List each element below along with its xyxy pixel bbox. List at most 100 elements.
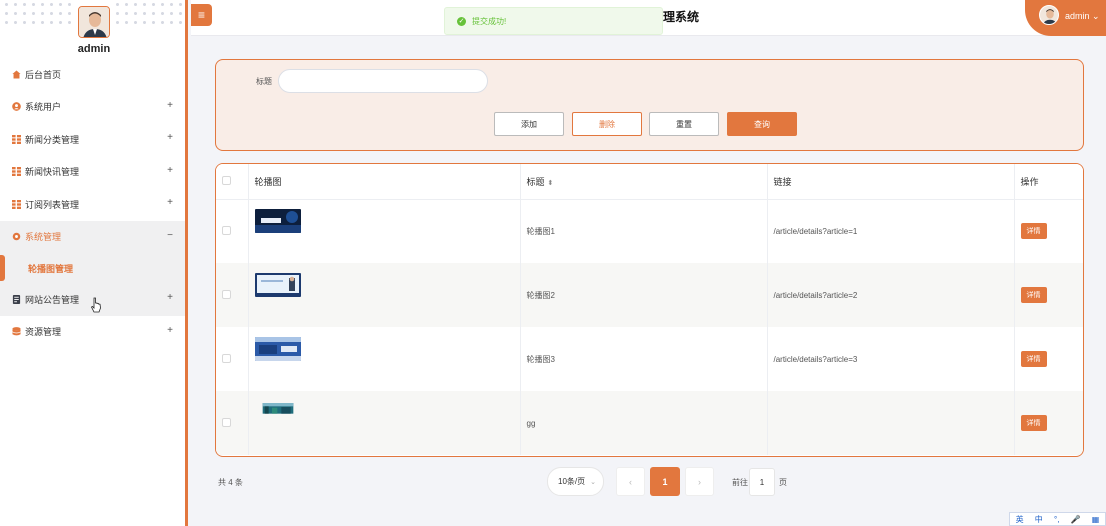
row-action-cell: 详情 <box>1014 391 1083 455</box>
row-select-cell <box>216 391 249 455</box>
decorative-dots <box>113 0 183 26</box>
sidebar-item-label: 后台首页 <box>25 69 62 80</box>
check-circle-icon: ✓ <box>457 16 466 26</box>
row-link-cell: /article/details?article=1 <box>767 199 1015 263</box>
sidebar-item-label: 系统用户 <box>25 102 62 113</box>
sidebar-item-system-management[interactable]: 系统管理 − <box>0 220 185 253</box>
row-title-cell: gg <box>520 391 768 455</box>
carousel-thumbnail-image <box>254 273 301 297</box>
sidebar-item-label: 网站公告管理 <box>25 294 80 305</box>
grid-icon <box>12 134 21 144</box>
row-checkbox[interactable] <box>222 289 231 299</box>
avatar <box>1039 5 1059 25</box>
ime-punctuation-icon[interactable]: °, <box>1054 515 1059 524</box>
goto-page-input[interactable]: 1 <box>749 468 775 496</box>
row-checkbox[interactable] <box>222 225 231 235</box>
microphone-icon[interactable]: 🎤 <box>1071 515 1081 524</box>
row-action-cell: 详情 <box>1014 327 1083 391</box>
expand-icon[interactable]: + <box>167 325 173 336</box>
row-select-cell <box>216 263 249 327</box>
sidebar-username: admin <box>77 43 111 55</box>
table-row: 轮播图1 /article/details?article=1 详情 <box>216 199 1083 263</box>
user-menu[interactable]: admin ⌄ <box>1025 0 1106 36</box>
sidebar-subitem-label: 轮播图管理 <box>28 263 74 274</box>
carousel-thumbnail-image <box>254 209 301 234</box>
reset-button[interactable]: 重置 <box>649 112 719 136</box>
next-page-button[interactable]: › <box>685 467 714 496</box>
row-checkbox[interactable] <box>222 417 231 427</box>
grid-icon <box>12 199 21 209</box>
details-button[interactable]: 详情 <box>1020 223 1047 240</box>
carousel-thumbnail-image <box>262 403 293 414</box>
decorative-dots <box>2 0 72 26</box>
page-size-value: 10条/页 <box>558 477 586 486</box>
sidebar-item-news-category[interactable]: 新闻分类管理 + <box>0 123 185 156</box>
total-count: 共 4 条 <box>218 478 243 487</box>
row-link-cell: /article/details?article=2 <box>767 263 1015 327</box>
query-button[interactable]: 查询 <box>727 112 797 136</box>
sidebar-item-system-users[interactable]: 系统用户 + <box>0 91 185 124</box>
sidebar-item-label: 系统管理 <box>25 232 62 243</box>
page-title: 理系统 <box>663 10 700 24</box>
column-header-title[interactable]: 标题 ⬍ <box>520 164 768 200</box>
prev-page-button[interactable]: ‹ <box>616 467 645 496</box>
sidebar: admin 后台首页 系统用户 + 新闻分类管理 + 新闻快讯管理 + 订阅列表… <box>0 0 188 526</box>
success-toast: ✓ 提交成功! <box>444 7 663 35</box>
carousel-thumbnail-image <box>254 337 301 361</box>
row-title-cell: 轮播图2 <box>520 263 768 327</box>
select-all-cell <box>216 164 249 200</box>
expand-icon[interactable]: + <box>167 100 173 111</box>
ime-english-icon[interactable]: 英 <box>1016 514 1024 525</box>
menu-toggle-button[interactable]: ≡ <box>191 4 212 26</box>
home-icon <box>12 70 21 79</box>
expand-icon[interactable]: + <box>167 197 173 208</box>
expand-icon[interactable]: + <box>167 292 173 303</box>
details-button[interactable]: 详情 <box>1020 351 1047 367</box>
expand-icon[interactable]: + <box>167 165 173 176</box>
row-checkbox[interactable] <box>222 353 231 363</box>
row-action-cell: 详情 <box>1014 263 1083 327</box>
delete-button[interactable]: 删除 <box>572 112 642 136</box>
column-header-image: 轮播图 <box>248 164 521 200</box>
document-icon <box>12 294 21 304</box>
sidebar-subitem-carousel[interactable]: 轮播图管理 <box>0 253 185 283</box>
user-icon <box>12 102 21 112</box>
sidebar-item-subscriptions[interactable]: 订阅列表管理 + <box>0 188 185 221</box>
grid-menu-icon[interactable]: ▦ <box>1092 515 1100 524</box>
page-size-select[interactable]: 10条/页 ⌄ <box>547 467 604 496</box>
details-button[interactable]: 详情 <box>1020 415 1047 431</box>
row-title-cell: 轮播图1 <box>520 199 768 263</box>
page-number-current[interactable]: 1 <box>650 467 680 496</box>
toast-message: 提交成功! <box>472 16 507 26</box>
table-row: gg 详情 <box>216 391 1083 455</box>
sidebar-item-home[interactable]: 后台首页 <box>0 58 185 91</box>
row-select-cell <box>216 327 249 391</box>
chevron-down-icon: ⌄ <box>1089 11 1100 21</box>
sidebar-item-news-flash[interactable]: 新闻快讯管理 + <box>0 156 185 189</box>
row-image-cell <box>248 391 521 455</box>
collapse-icon[interactable]: − <box>167 230 173 241</box>
avatar[interactable] <box>78 6 110 38</box>
grid-icon <box>12 167 21 177</box>
table-row: 轮播图2 /article/details?article=2 详情 <box>216 263 1083 327</box>
title-filter-label: 标题 <box>256 77 272 86</box>
add-button[interactable]: 添加 <box>494 112 564 136</box>
carousel-table: 轮播图 标题 ⬍ 链接 操作 轮播图1 /article/details?arti… <box>215 163 1084 457</box>
sidebar-item-resources[interactable]: 资源管理 + <box>0 316 185 349</box>
sidebar-item-label: 新闻分类管理 <box>25 134 80 145</box>
expand-icon[interactable]: + <box>167 132 173 143</box>
sort-icon[interactable]: ⬍ <box>548 179 554 187</box>
sidebar-item-label: 新闻快讯管理 <box>25 167 80 178</box>
details-button[interactable]: 详情 <box>1020 287 1047 303</box>
sidebar-profile: admin <box>0 0 185 58</box>
ime-toolbar: 英 中 °, 🎤 ▦ <box>1009 512 1106 526</box>
title-search-input[interactable] <box>278 69 488 93</box>
database-icon <box>12 327 21 336</box>
header-username: admin ⌄ <box>1065 11 1100 21</box>
row-select-cell <box>216 199 249 263</box>
select-all-checkbox[interactable] <box>222 175 231 185</box>
row-image-cell <box>248 327 521 391</box>
ime-chinese-toggle[interactable]: 中 <box>1035 514 1043 525</box>
row-image-cell <box>248 263 521 327</box>
search-panel: 标题 添加 删除 重置 查询 <box>215 59 1084 151</box>
